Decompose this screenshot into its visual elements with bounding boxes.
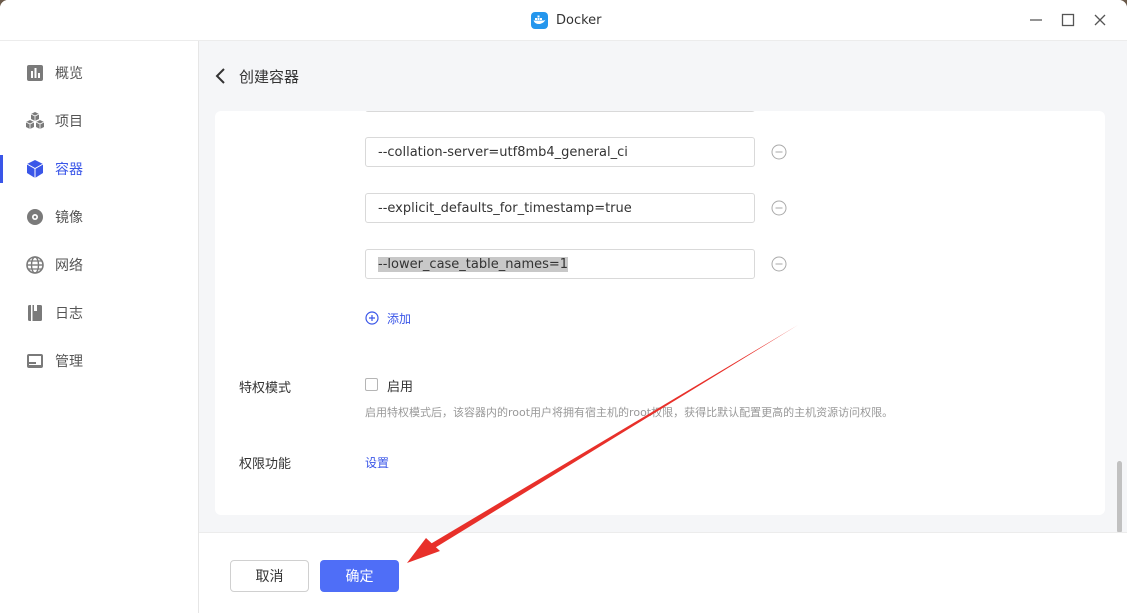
chevron-left-icon [215, 68, 225, 84]
capabilities-label: 权限功能 [239, 457, 292, 472]
maximize-icon [1061, 13, 1075, 27]
minimize-icon [1030, 19, 1042, 21]
sidebar-item-logs[interactable]: 日志 [0, 295, 198, 331]
close-icon [1094, 14, 1106, 26]
back-button[interactable] [214, 67, 228, 85]
capabilities-settings-link[interactable]: 设置 [365, 454, 389, 471]
remove-arg-button[interactable] [771, 256, 787, 272]
sidebar-item-management[interactable]: 管理 [0, 343, 198, 379]
form-card: --collation-server=utf8mb4_general_ci --… [215, 111, 1105, 515]
command-arg-input[interactable]: --collation-server=utf8mb4_general_ci [365, 137, 755, 167]
sidebar-item-overview[interactable]: 概览 [0, 55, 198, 91]
title-bar: Docker [0, 0, 1127, 41]
page-title: 创建容器 [239, 68, 300, 86]
minus-circle-icon [771, 256, 787, 272]
sidebar-item-network[interactable]: 网络 [0, 247, 198, 283]
page-header: 创建容器 [199, 41, 1127, 111]
maximize-button[interactable] [1059, 11, 1077, 29]
docker-whale-icon [531, 11, 548, 29]
window-title-group: Docker [531, 11, 602, 29]
plus-circle-icon [365, 311, 379, 325]
disc-icon [25, 207, 45, 227]
docker-window: Docker 概览 项目 容器 镜像 网络 日志 管理 创建容器 --colla… [0, 0, 1127, 613]
command-arg-input[interactable]: --lower_case_table_names=1 [365, 249, 755, 279]
sidebar-item-label: 镜像 [55, 210, 83, 226]
add-arg-button[interactable]: 添加 [365, 309, 411, 327]
close-button[interactable] [1091, 11, 1109, 29]
sidebar-item-label: 管理 [55, 354, 83, 370]
command-arg-value: --explicit_defaults_for_timestamp=true [378, 200, 632, 216]
privileged-mode-label: 特权模式 [239, 381, 292, 396]
remove-arg-button[interactable] [771, 200, 787, 216]
globe-icon [25, 255, 45, 275]
command-arg-input[interactable]: --explicit_defaults_for_timestamp=true [365, 193, 755, 223]
minimize-button[interactable] [1027, 11, 1045, 29]
chart-icon [25, 63, 45, 83]
privileged-hint: 启用特权模式后，该容器内的root用户将拥有宿主机的root权限，获得比默认配置… [365, 406, 894, 419]
command-arg-value: --collation-server=utf8mb4_general_ci [378, 144, 628, 160]
cubes-icon [25, 111, 45, 131]
box-icon [25, 159, 45, 179]
privileged-checkbox-label[interactable]: 启用 [387, 376, 413, 395]
minus-circle-icon [771, 200, 787, 216]
sidebar-item-containers[interactable]: 容器 [0, 151, 198, 187]
window-title: Docker [556, 12, 602, 28]
minus-circle-icon [771, 144, 787, 160]
sidebar-item-images[interactable]: 镜像 [0, 199, 198, 235]
main-content: 创建容器 --collation-server=utf8mb4_general_… [199, 41, 1127, 613]
add-label: 添加 [387, 311, 412, 326]
sidebar-item-label: 项目 [55, 114, 83, 130]
confirm-button[interactable]: 确定 [320, 560, 399, 592]
window-icon [25, 351, 45, 371]
book-icon [25, 303, 45, 323]
privileged-checkbox[interactable] [365, 378, 378, 391]
footer-bar: 取消 确定 [199, 532, 1127, 613]
sidebar-item-label: 容器 [55, 162, 83, 178]
sidebar-item-projects[interactable]: 项目 [0, 103, 198, 139]
sidebar-item-label: 概览 [55, 66, 83, 82]
cancel-button[interactable]: 取消 [230, 560, 309, 592]
scrollbar-thumb[interactable] [1117, 461, 1122, 533]
sidebar-item-label: 日志 [55, 306, 83, 322]
command-arg-value-selected: --lower_case_table_names=1 [378, 256, 569, 272]
remove-arg-button[interactable] [771, 144, 787, 160]
sidebar-item-label: 网络 [55, 258, 83, 274]
sidebar: 概览 项目 容器 镜像 网络 日志 管理 [0, 41, 199, 613]
command-arg-input-partial[interactable] [365, 111, 755, 112]
